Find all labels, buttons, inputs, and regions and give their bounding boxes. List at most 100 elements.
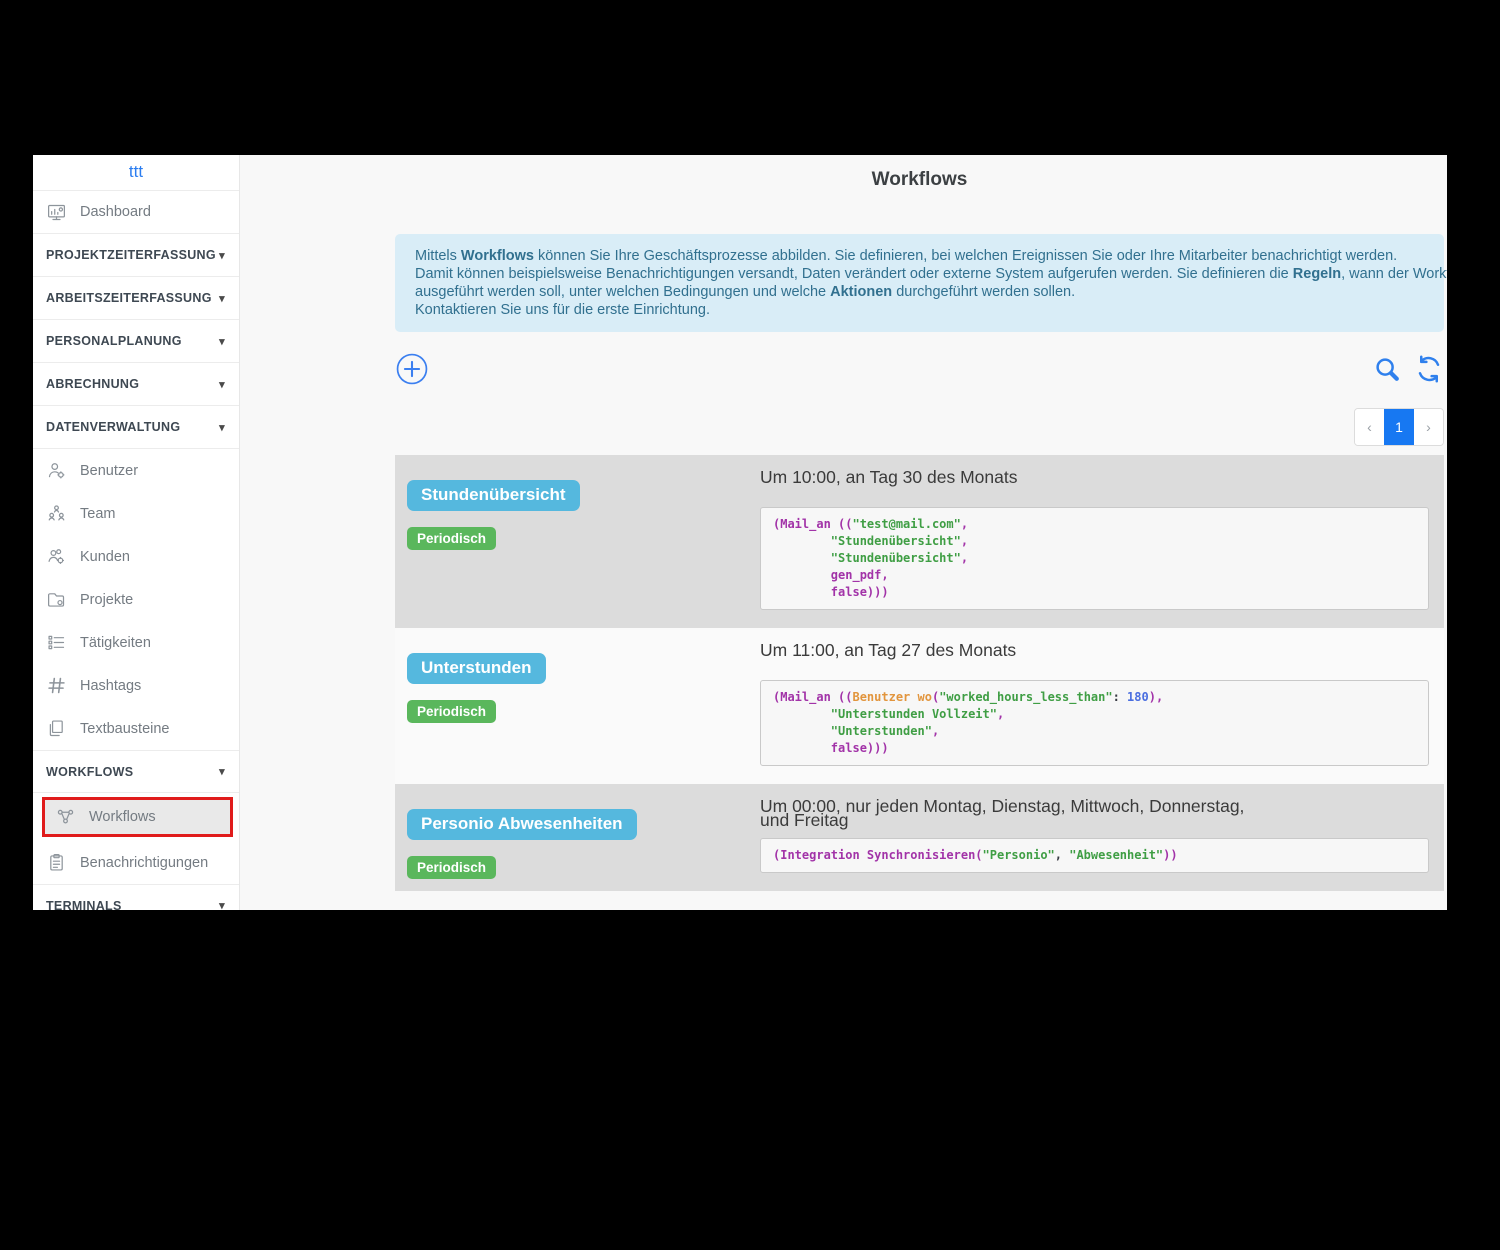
- section-label: WORKFLOWS: [46, 765, 133, 779]
- section-label: DATENVERWALTUNG: [46, 420, 180, 434]
- activities-list-icon: [46, 632, 67, 653]
- sidebar-item-kunden[interactable]: Kunden: [33, 535, 239, 578]
- info-box: Mittels Workflows können Sie Ihre Geschä…: [395, 234, 1444, 332]
- code-token: "Personio": [983, 848, 1055, 862]
- code-token: ,: [932, 724, 939, 738]
- workflow-icon: [55, 807, 76, 828]
- sidebar-item-label: Kunden: [80, 549, 130, 565]
- search-button[interactable]: [1372, 354, 1402, 387]
- code-token: ,: [997, 707, 1004, 721]
- user-gear-icon: [46, 460, 67, 481]
- sidebar-item-dashboard[interactable]: Dashboard: [33, 191, 239, 234]
- info-line: ausgeführt werden soll, unter welchen Be…: [415, 283, 1424, 301]
- refresh-icon: [1414, 354, 1444, 387]
- sidebar-section-workflows[interactable]: WORKFLOWS ▾: [33, 750, 239, 793]
- workflow-schedule: Um 11:00, an Tag 27 des Monats: [760, 638, 1429, 662]
- text-blocks-icon: [46, 718, 67, 739]
- code-token: "Unterstunden Vollzeit": [773, 707, 997, 721]
- sidebar-item-label: Team: [80, 506, 115, 522]
- sidebar-item-label: Hashtags: [80, 678, 141, 694]
- code-token: ,: [961, 517, 968, 531]
- main-content: Workflows Mittels Workflows können Sie I…: [240, 155, 1447, 910]
- code-line: (Integration Synchronisieren("Personio",…: [773, 847, 1416, 864]
- code-line: "Stundenübersicht",: [773, 550, 1416, 567]
- sidebar-item-textbausteine[interactable]: Textbausteine: [33, 707, 239, 750]
- sidebar-section-terminals[interactable]: TERMINALS ▾: [33, 884, 239, 910]
- code-line: false))): [773, 584, 1416, 601]
- pagination-next-button[interactable]: ›: [1414, 409, 1443, 445]
- sidebar-item-label: Benachrichtigungen: [80, 855, 208, 871]
- workflow-schedule: Um 10:00, an Tag 30 des Monats: [760, 465, 1429, 489]
- app-logo[interactable]: ttt: [33, 155, 239, 191]
- code-token: 180: [1120, 690, 1149, 704]
- plus-circle-icon: [395, 352, 429, 389]
- workflow-type-badge: Periodisch: [407, 700, 496, 723]
- sidebar-item-taetigkeiten[interactable]: Tätigkeiten: [33, 621, 239, 664]
- code-token: ,: [1055, 848, 1069, 862]
- code-token: )): [1163, 848, 1177, 862]
- workflow-name-badge[interactable]: Unterstunden: [407, 653, 546, 684]
- sidebar-section-projektzeiterfassung[interactable]: PROJEKTZEITERFASSUNG ▾: [33, 234, 239, 277]
- code-token: ,: [961, 534, 968, 548]
- page-title: Workflows: [395, 169, 1444, 191]
- section-label: TERMINALS: [46, 899, 122, 911]
- chevron-down-icon: ▾: [219, 765, 225, 778]
- refresh-button[interactable]: [1414, 354, 1444, 387]
- section-label: PROJEKTZEITERFASSUNG: [46, 248, 216, 262]
- workflow-row-unterstunden: Unterstunden Periodisch Um 11:00, an Tag…: [395, 628, 1444, 784]
- code-line: (Mail_an (("test@mail.com",: [773, 516, 1416, 533]
- code-token: "Unterstunden": [773, 724, 932, 738]
- code-token: ,: [961, 551, 968, 565]
- chevron-down-icon: ▾: [219, 292, 225, 305]
- sidebar-item-label: Textbausteine: [80, 721, 169, 737]
- sidebar-item-label: Workflows: [89, 809, 156, 825]
- code-token: (Mail_an ((: [773, 517, 852, 531]
- sidebar-section-abrechnung[interactable]: ABRECHNUNG ▾: [33, 363, 239, 406]
- code-token: gen_pdf,: [773, 568, 889, 582]
- chevron-down-icon: ▾: [219, 335, 225, 348]
- workflow-code: (Mail_an (("test@mail.com", "Stundenüber…: [760, 507, 1429, 610]
- code-token: false))): [773, 741, 889, 755]
- code-token: "Abwesenheit": [1069, 848, 1163, 862]
- pagination: ‹ 1 ›: [1354, 408, 1444, 446]
- info-line: Damit können beispielsweise Benachrichti…: [415, 265, 1424, 283]
- code-line: false))): [773, 740, 1416, 757]
- code-token: :: [1113, 690, 1120, 704]
- hashtag-icon: [46, 675, 67, 696]
- sidebar-item-label: Benutzer: [80, 463, 138, 479]
- pagination-prev-button[interactable]: ‹: [1355, 409, 1384, 445]
- sidebar-section-arbeitszeiterfassung[interactable]: ARBEITSZEITERFASSUNG ▾: [33, 277, 239, 320]
- code-token: false))): [773, 585, 889, 599]
- workflow-name-badge[interactable]: Stundenübersicht: [407, 480, 580, 511]
- sidebar-item-label: Projekte: [80, 592, 133, 608]
- sidebar-item-benutzer[interactable]: Benutzer: [33, 449, 239, 492]
- chevron-down-icon: ▾: [219, 378, 225, 391]
- pagination-page-1[interactable]: 1: [1384, 409, 1414, 445]
- info-line: Mittels Workflows können Sie Ihre Geschä…: [415, 247, 1424, 265]
- workflow-name-badge[interactable]: Personio Abwesenheiten: [407, 809, 637, 840]
- workflow-row-stundenuebersicht: Stundenübersicht Periodisch Um 10:00, an…: [395, 455, 1444, 628]
- workflow-row-personio-abwesenheiten: Personio Abwesenheiten Periodisch Um 00:…: [395, 784, 1444, 891]
- sidebar-item-benachrichtigungen[interactable]: Benachrichtigungen: [33, 841, 239, 884]
- sidebar: ttt Dashboard PROJEKTZEITERFASSUNG ▾ ARB…: [33, 155, 240, 910]
- code-token: (Mail_an ((: [773, 690, 852, 704]
- sidebar-item-team[interactable]: Team: [33, 492, 239, 535]
- chevron-down-icon: ▾: [219, 899, 225, 910]
- workflow-code: (Mail_an ((Benutzer wo("worked_hours_les…: [760, 680, 1429, 766]
- sidebar-section-datenverwaltung[interactable]: DATENVERWALTUNG ▾: [33, 406, 239, 449]
- code-token: "Stundenübersicht": [773, 534, 961, 548]
- sidebar-section-personalplanung[interactable]: PERSONALPLANUNG ▾: [33, 320, 239, 363]
- section-label: PERSONALPLANUNG: [46, 334, 182, 348]
- app-window: ttt Dashboard PROJEKTZEITERFASSUNG ▾ ARB…: [33, 155, 1447, 910]
- info-line: Kontaktieren Sie uns für die erste Einri…: [415, 301, 1424, 319]
- sidebar-item-projekte[interactable]: Projekte: [33, 578, 239, 621]
- dashboard-icon: [46, 202, 67, 223]
- sidebar-item-workflows[interactable]: Workflows: [42, 797, 233, 837]
- add-workflow-button[interactable]: [395, 352, 429, 389]
- chevron-down-icon: ▾: [219, 421, 225, 434]
- workflow-code: (Integration Synchronisieren("Personio",…: [760, 838, 1429, 873]
- team-icon: [46, 503, 67, 524]
- code-line: "Unterstunden",: [773, 723, 1416, 740]
- sidebar-item-hashtags[interactable]: Hashtags: [33, 664, 239, 707]
- chevron-down-icon: ▾: [219, 249, 225, 262]
